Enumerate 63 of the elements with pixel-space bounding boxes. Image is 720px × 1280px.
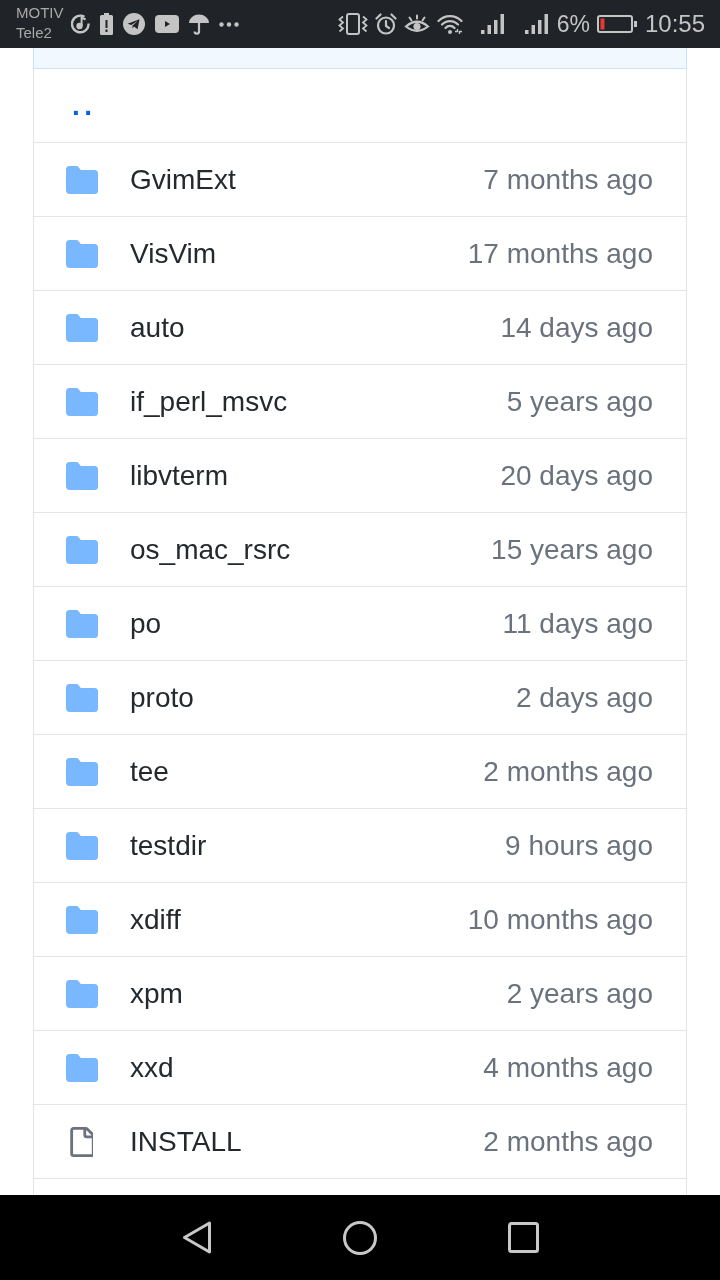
commit-age: 4 months ago [483,1051,653,1084]
commit-age: 7 months ago [483,163,653,196]
signal-icon [524,14,549,34]
vibrate-icon [337,13,368,35]
parent-directory-link[interactable]: .. [72,89,97,122]
folder-link[interactable]: tee [130,755,169,788]
clock-time: 10:55 [644,10,705,38]
carrier-name: MOTIV [16,2,64,23]
folder-link[interactable]: auto [130,311,185,344]
commit-age: 5 years ago [506,385,653,418]
folder-icon [66,683,98,712]
music-note-icon [70,14,90,34]
back-icon[interactable] [181,1221,212,1254]
folder-icon [66,313,98,342]
folder-icon [66,757,98,786]
folder-icon [66,979,98,1008]
folder-link[interactable]: VisVim [130,237,217,270]
eye-icon [403,14,430,34]
commit-age: 2 months ago [483,1125,653,1158]
video-play-icon [154,15,179,33]
more-dots-icon [218,21,239,27]
commit-age: 2 years ago [506,977,653,1010]
folder-link[interactable]: xpm [130,977,183,1010]
folder-link[interactable]: if_perl_msvc [130,385,288,418]
file-icon [70,1126,93,1157]
commit-age: 15 years ago [491,533,653,566]
umbrella-icon [188,13,209,35]
folder-icon [66,239,98,268]
folder-icon [66,831,98,860]
recent-apps-icon[interactable] [507,1222,539,1253]
paper-plane-icon [122,13,145,35]
folder-link[interactable]: GvimExt [130,163,236,196]
battery-alert-icon [99,13,113,35]
commit-age: 2 months ago [483,755,653,788]
file-link[interactable]: INSTALL [130,1125,242,1158]
folder-icon [66,1053,98,1082]
folder-link[interactable]: xxd [130,1051,174,1084]
folder-link[interactable]: libvterm [130,459,228,492]
battery-icon [596,15,637,33]
home-icon[interactable] [342,1220,377,1255]
folder-link[interactable]: proto [130,681,194,714]
folder-link[interactable]: xdiff [130,903,181,936]
folder-link[interactable]: testdir [130,829,207,862]
folder-link[interactable]: os_mac_rsrc [130,533,291,566]
folder-link[interactable]: po [130,607,162,640]
wifi-icon [436,13,463,35]
alarm-clock-icon [374,13,397,35]
commit-age: 14 days ago [500,311,653,344]
commit-age: 17 months ago [467,237,653,270]
commit-age: 9 hours ago [505,829,653,862]
battery-percentage: 6% [556,10,590,38]
signal-icon [480,14,505,34]
commit-age: 11 days ago [502,607,653,640]
carrier-name: Tele2 [16,22,53,43]
folder-icon [66,165,98,194]
folder-icon [66,905,98,934]
commit-age: 20 days ago [500,459,653,492]
commit-age: 2 days ago [516,681,653,714]
folder-icon [66,387,98,416]
folder-icon [66,535,98,564]
folder-icon [66,609,98,638]
commit-age: 10 months ago [467,903,653,936]
folder-icon [66,461,98,490]
